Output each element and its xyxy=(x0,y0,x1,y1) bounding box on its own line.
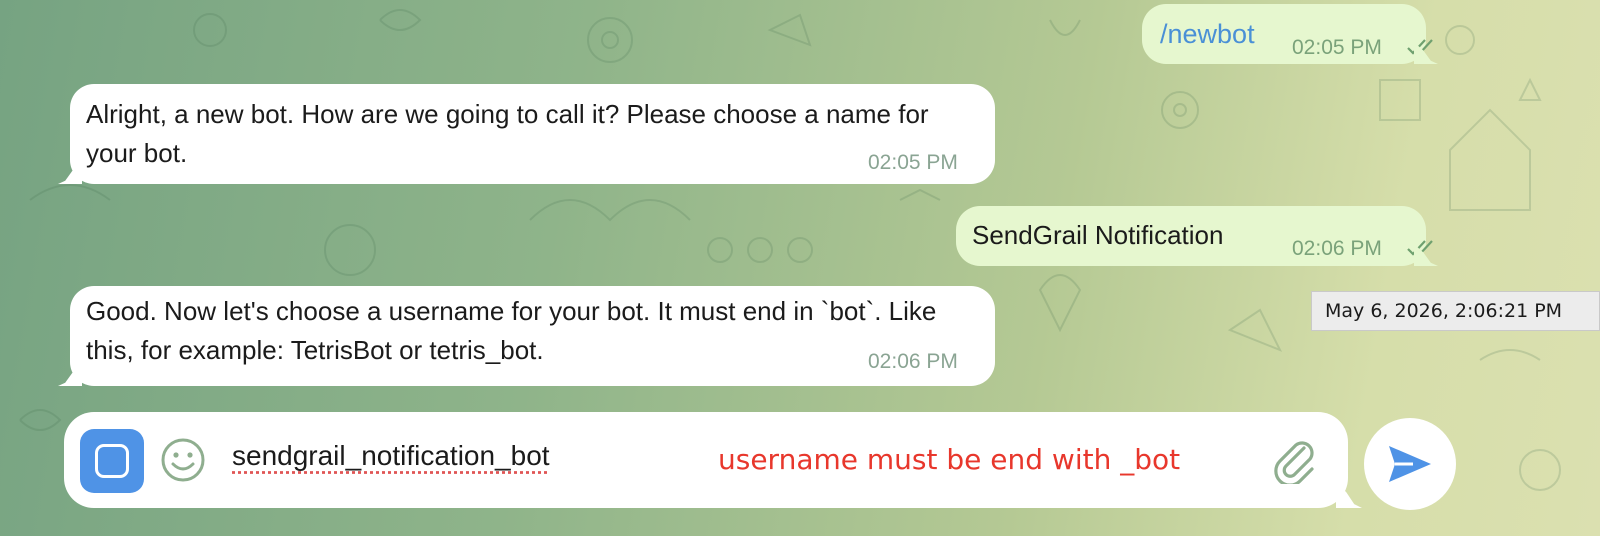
message-outgoing[interactable]: SendGrail Notification 02:06 PM xyxy=(956,206,1438,266)
message-time: 02:05 PM xyxy=(1292,36,1382,59)
message-outgoing[interactable]: /newbot 02:05 PM xyxy=(1142,4,1438,64)
composer-tail xyxy=(1336,482,1362,508)
message-input[interactable]: sendgrail_notification_bot xyxy=(232,436,550,476)
bubble-tail xyxy=(58,162,82,184)
send-arrow-icon xyxy=(1389,446,1431,482)
menu-square-icon xyxy=(95,444,129,478)
message-text: /newbot xyxy=(1160,19,1255,49)
annotation-note: username must be end with _bot xyxy=(718,443,1181,476)
message-incoming[interactable]: Good. Now let's choose a username for yo… xyxy=(58,286,995,386)
message-text: Good. Now let's choose a username for yo… xyxy=(86,296,937,365)
bubble-tail xyxy=(58,364,82,386)
message-time: 02:06 PM xyxy=(1292,237,1382,260)
smiley-icon[interactable] xyxy=(159,436,207,484)
message-text: Alright, a new bot. How are we going to … xyxy=(86,99,929,168)
send-button[interactable] xyxy=(1364,418,1456,510)
timestamp-tooltip: May 6, 2026, 2:06:21 PM xyxy=(1311,291,1600,331)
bot-menu-button[interactable] xyxy=(80,429,144,493)
message-composer: sendgrail_notification_bot username must… xyxy=(64,412,1362,508)
message-time: 02:06 PM xyxy=(868,350,958,373)
paperclip-icon[interactable] xyxy=(1270,434,1318,484)
message-time: 02:05 PM xyxy=(868,151,958,174)
message-incoming[interactable]: Alright, a new bot. How are we going to … xyxy=(58,84,995,184)
message-text: SendGrail Notification xyxy=(972,220,1224,250)
